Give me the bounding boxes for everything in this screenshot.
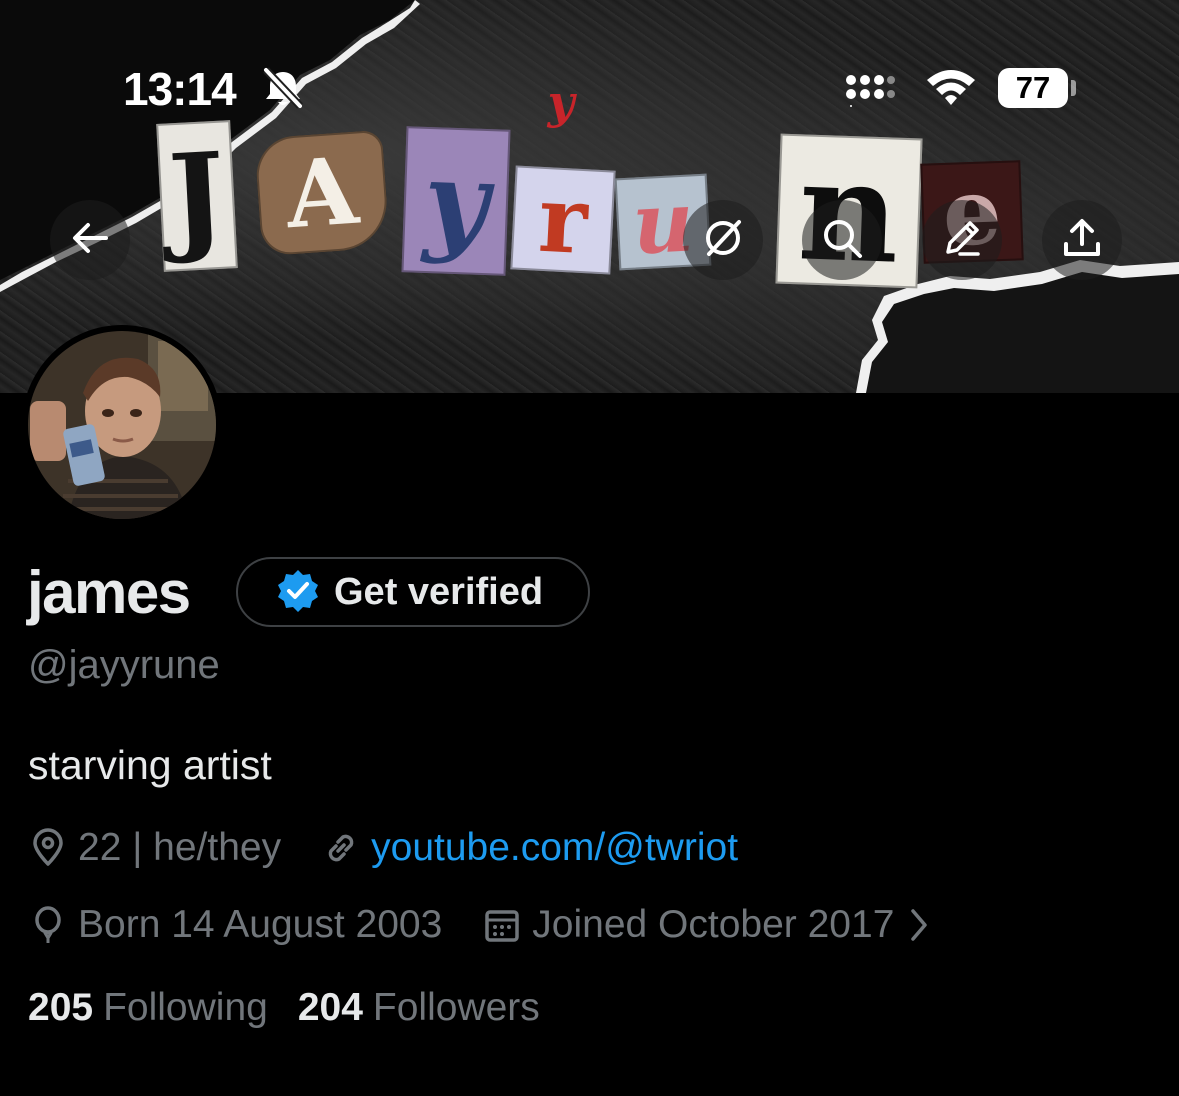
bio-text: starving artist (28, 742, 272, 788)
get-verified-label: Get verified (334, 570, 544, 613)
grok-icon (701, 216, 745, 265)
joined-text: Joined October 2017 (532, 903, 895, 946)
status-time: 13:14 (123, 63, 237, 115)
wifi-icon (924, 66, 978, 113)
banner-title-letter: A (254, 129, 390, 257)
banner-title-letter: y (547, 75, 575, 129)
joined-item[interactable]: Joined October 2017 (482, 903, 930, 947)
calendar-icon (482, 905, 522, 945)
banner-title-letter: r (510, 165, 616, 275)
followers-count: 204 (297, 986, 363, 1029)
signal-icon (845, 72, 895, 113)
chevron-right-icon (908, 907, 930, 943)
search-icon (820, 216, 864, 265)
location-item: 22 | he/they (28, 826, 281, 870)
back-button[interactable] (50, 200, 130, 280)
location-text: 22 | he/they (78, 826, 282, 869)
share-icon (1060, 216, 1104, 265)
location-pin-icon (28, 828, 68, 868)
profile-meta-row-1: 22 | he/they youtube.com/@twriot (28, 826, 738, 870)
website-link[interactable]: youtube.com/@twriot (371, 826, 738, 870)
verified-badge-icon (276, 568, 320, 617)
website-item[interactable]: youtube.com/@twriot (321, 826, 738, 870)
battery-nub (1071, 80, 1076, 96)
following-link[interactable]: 205 Following (28, 986, 268, 1030)
avatar-image (28, 331, 216, 519)
link-icon (321, 828, 361, 868)
balloon-icon (28, 905, 68, 945)
banner-title-letter: J (156, 120, 238, 272)
follow-stats: 205 Following 204 Followers (28, 986, 540, 1030)
share-button[interactable] (1042, 200, 1122, 280)
birthday-item: Born 14 August 2003 (28, 903, 442, 947)
profile-meta-row-2: Born 14 August 2003 Joined October 2017 (28, 903, 930, 947)
username-handle: @jayyrune (28, 643, 220, 687)
arrow-left-icon (68, 216, 112, 265)
search-button[interactable] (802, 200, 882, 280)
followers-label: Followers (372, 986, 540, 1029)
grok-button[interactable] (683, 200, 763, 280)
followers-link[interactable]: 204 Followers (298, 986, 540, 1030)
profile-banner[interactable]: J A y y r u n e 13:14 (0, 0, 1179, 393)
battery-icon: 77 (998, 68, 1068, 108)
profile-screen: J A y y r u n e 13:14 (0, 0, 1179, 1096)
following-count: 205 (28, 986, 94, 1029)
birthday-text: Born 14 August 2003 (78, 903, 443, 946)
bell-slash-icon (260, 66, 306, 115)
display-name: james (27, 559, 191, 626)
following-label: Following (103, 986, 268, 1029)
edit-button[interactable] (922, 200, 1002, 280)
pencil-icon (940, 216, 984, 265)
banner-title-letter: y (401, 126, 511, 276)
get-verified-button[interactable]: Get verified (236, 557, 590, 627)
avatar[interactable] (22, 325, 222, 525)
